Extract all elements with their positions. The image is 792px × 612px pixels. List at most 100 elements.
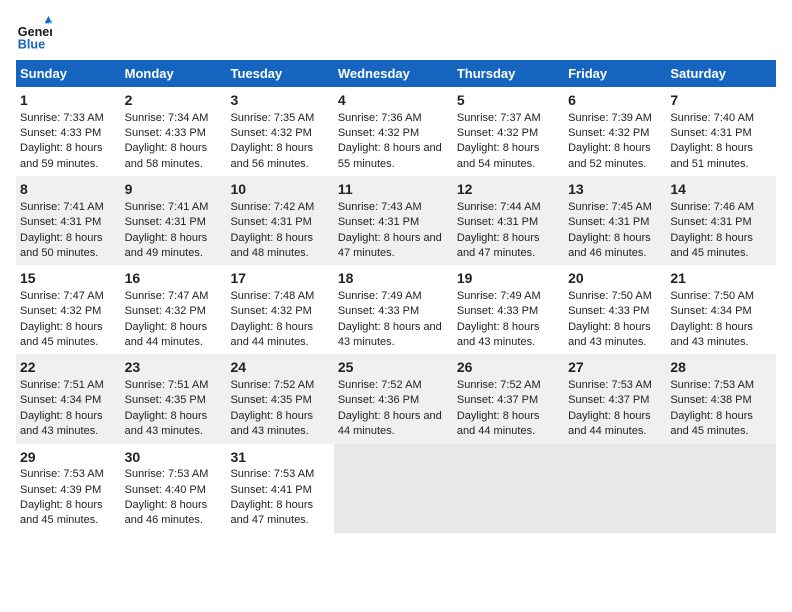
day-cell: 25Sunrise: 7:52 AMSunset: 4:36 PMDayligh… xyxy=(334,354,453,443)
daylight-text: Daylight: 8 hours and 45 minutes. xyxy=(20,321,103,348)
day-number: 28 xyxy=(670,358,772,378)
day-cell: 28Sunrise: 7:53 AMSunset: 4:38 PMDayligh… xyxy=(666,354,776,443)
sunrise-text: Sunrise: 7:46 AM xyxy=(670,201,754,213)
day-number: 24 xyxy=(230,358,329,378)
day-cell xyxy=(453,444,564,533)
day-cell: 16Sunrise: 7:47 AM Sunset: 4:32 PM Dayligh… xyxy=(121,265,227,354)
week-row-1: 1Sunrise: 7:33 AMSunset: 4:33 PMDaylight… xyxy=(16,87,776,176)
sunrise-text: Sunrise: 7:45 AM xyxy=(568,201,652,213)
day-cell: 17Sunrise: 7:48 AMSunset: 4:32 PMDayligh… xyxy=(226,265,333,354)
day-header-friday: Friday xyxy=(564,60,666,87)
day-header-thursday: Thursday xyxy=(453,60,564,87)
sunrise-text: Sunrise: 7:43 AM xyxy=(338,201,422,213)
sunrise-text: Sunrise: 7:47 AM xyxy=(20,290,104,302)
daylight-text: Daylight: 8 hours and 44 minutes. xyxy=(568,410,651,437)
sunrise-text: Sunrise: 7:53 AM xyxy=(568,379,652,391)
day-number: 4 xyxy=(338,91,449,111)
sunrise-text: Sunrise: 7:42 AM xyxy=(230,201,314,213)
sunrise-text: Sunrise: 7:41 AM xyxy=(125,201,209,213)
daylight-text: Daylight: 8 hours and 43 minutes. xyxy=(457,321,540,348)
day-number: 2 xyxy=(125,91,223,111)
sunrise-text: Sunrise: 7:50 AM xyxy=(670,290,754,302)
daylight-text: Daylight: 8 hours and 48 minutes. xyxy=(230,232,313,259)
sunset-text: Sunset: 4:31 PM xyxy=(125,216,206,228)
day-number: 16 xyxy=(125,269,223,289)
sunrise-text: Sunrise: 7:53 AM xyxy=(230,468,314,480)
day-cell: 21Sunrise: 7:50 AMSunset: 4:34 PMDayligh… xyxy=(666,265,776,354)
day-cell: 12Sunrise: 7:44 AMSunset: 4:31 PMDayligh… xyxy=(453,176,564,265)
sunset-text: Sunset: 4:33 PM xyxy=(338,305,419,317)
daylight-text: Daylight: 8 hours and 47 minutes. xyxy=(230,499,313,526)
day-number: 12 xyxy=(457,180,560,200)
day-cell xyxy=(564,444,666,533)
sunrise-text: Sunrise: 7:47 AM xyxy=(125,290,209,302)
day-number: 30 xyxy=(125,448,223,468)
sunrise-text: Sunrise: 7:53 AM xyxy=(20,468,104,480)
sunrise-text: Sunrise: 7:34 AM xyxy=(125,112,209,124)
sunset-text: Sunset: 4:37 PM xyxy=(568,394,649,406)
daylight-text: Daylight: 8 hours and 44 minutes. xyxy=(338,410,442,437)
day-number: 5 xyxy=(457,91,560,111)
day-cell: 10Sunrise: 7:42 AMSunset: 4:31 PMDayligh… xyxy=(226,176,333,265)
daylight-text: Daylight: 8 hours and 45 minutes. xyxy=(670,410,753,437)
daylight-text: Daylight: 8 hours and 54 minutes. xyxy=(457,142,540,169)
sunset-text: Sunset: 4:31 PM xyxy=(338,216,419,228)
day-number: 26 xyxy=(457,358,560,378)
sunset-text: Sunset: 4:31 PM xyxy=(457,216,538,228)
sunset-text: Sunset: 4:31 PM xyxy=(670,216,751,228)
sunset-text: Sunset: 4:33 PM xyxy=(457,305,538,317)
daylight-text: Daylight: 8 hours and 45 minutes. xyxy=(670,232,753,259)
sunrise-text: Sunrise: 7:53 AM xyxy=(670,379,754,391)
day-cell: 18Sunrise: 7:49 AMSunset: 4:33 PMDayligh… xyxy=(334,265,453,354)
sunset-text: Sunset: 4:33 PM xyxy=(20,127,101,139)
day-cell: 26Sunrise: 7:52 AMSunset: 4:37 PMDayligh… xyxy=(453,354,564,443)
daylight-text: Daylight: 8 hours and 55 minutes. xyxy=(338,142,442,169)
sunrise-text: Sunrise: 7:50 AM xyxy=(568,290,652,302)
sunrise-text: Sunrise: 7:35 AM xyxy=(230,112,314,124)
sunset-text: Sunset: 4:31 PM xyxy=(568,216,649,228)
logo: General Blue xyxy=(16,16,52,52)
day-cell: 30Sunrise: 7:53 AMSunset: 4:40 PMDayligh… xyxy=(121,444,227,533)
daylight-text: Daylight: 8 hours and 46 minutes. xyxy=(568,232,651,259)
day-cell: 27Sunrise: 7:53 AMSunset: 4:37 PMDayligh… xyxy=(564,354,666,443)
day-number: 25 xyxy=(338,358,449,378)
daylight-text: Daylight: 8 hours and 58 minutes. xyxy=(125,142,208,169)
day-number: 3 xyxy=(230,91,329,111)
daylight-text: Daylight: 8 hours and 49 minutes. xyxy=(125,232,208,259)
daylight-text: Daylight: 8 hours and 44 minutes. xyxy=(125,321,208,348)
day-header-sunday: Sunday xyxy=(16,60,121,87)
daylight-text: Daylight: 8 hours and 56 minutes. xyxy=(230,142,313,169)
sunrise-text: Sunrise: 7:39 AM xyxy=(568,112,652,124)
day-number: 7 xyxy=(670,91,772,111)
daylight-text: Daylight: 8 hours and 45 minutes. xyxy=(20,499,103,526)
day-cell: 3Sunrise: 7:35 AMSunset: 4:32 PMDaylight… xyxy=(226,87,333,176)
sunset-text: Sunset: 4:32 PM xyxy=(20,305,101,317)
sunrise-text: Sunrise: 7:37 AM xyxy=(457,112,541,124)
day-number: 29 xyxy=(20,448,117,468)
day-cell: 14Sunrise: 7:46 AMSunset: 4:31 PMDayligh… xyxy=(666,176,776,265)
sunset-text: Sunset: 4:34 PM xyxy=(20,394,101,406)
day-cell: 20Sunrise: 7:50 AMSunset: 4:33 PMDayligh… xyxy=(564,265,666,354)
daylight-text: Daylight: 8 hours and 59 minutes. xyxy=(20,142,103,169)
day-cell: 2Sunrise: 7:34 AM Sunset: 4:33 PM Daylight… xyxy=(121,87,227,176)
sunset-text: Sunset: 4:32 PM xyxy=(125,305,206,317)
sunrise-text: Sunrise: 7:41 AM xyxy=(20,201,104,213)
sunrise-text: Sunrise: 7:52 AM xyxy=(230,379,314,391)
sunset-text: Sunset: 4:35 PM xyxy=(230,394,311,406)
day-cell: 31Sunrise: 7:53 AMSunset: 4:41 PMDayligh… xyxy=(226,444,333,533)
week-row-5: 29Sunrise: 7:53 AMSunset: 4:39 PMDayligh… xyxy=(16,444,776,533)
day-number: 18 xyxy=(338,269,449,289)
header-row: SundayMondayTuesdayWednesdayThursdayFrid… xyxy=(16,60,776,87)
day-number: 13 xyxy=(568,180,662,200)
daylight-text: Daylight: 8 hours and 43 minutes. xyxy=(20,410,103,437)
sunrise-text: Sunrise: 7:49 AM xyxy=(338,290,422,302)
sunset-text: Sunset: 4:33 PM xyxy=(125,127,206,139)
daylight-text: Daylight: 8 hours and 44 minutes. xyxy=(230,321,313,348)
sunset-text: Sunset: 4:39 PM xyxy=(20,484,101,496)
sunrise-text: Sunrise: 7:52 AM xyxy=(457,379,541,391)
daylight-text: Daylight: 8 hours and 44 minutes. xyxy=(457,410,540,437)
day-number: 15 xyxy=(20,269,117,289)
daylight-text: Daylight: 8 hours and 43 minutes. xyxy=(230,410,313,437)
page-header: General Blue xyxy=(16,16,776,52)
sunrise-text: Sunrise: 7:48 AM xyxy=(230,290,314,302)
